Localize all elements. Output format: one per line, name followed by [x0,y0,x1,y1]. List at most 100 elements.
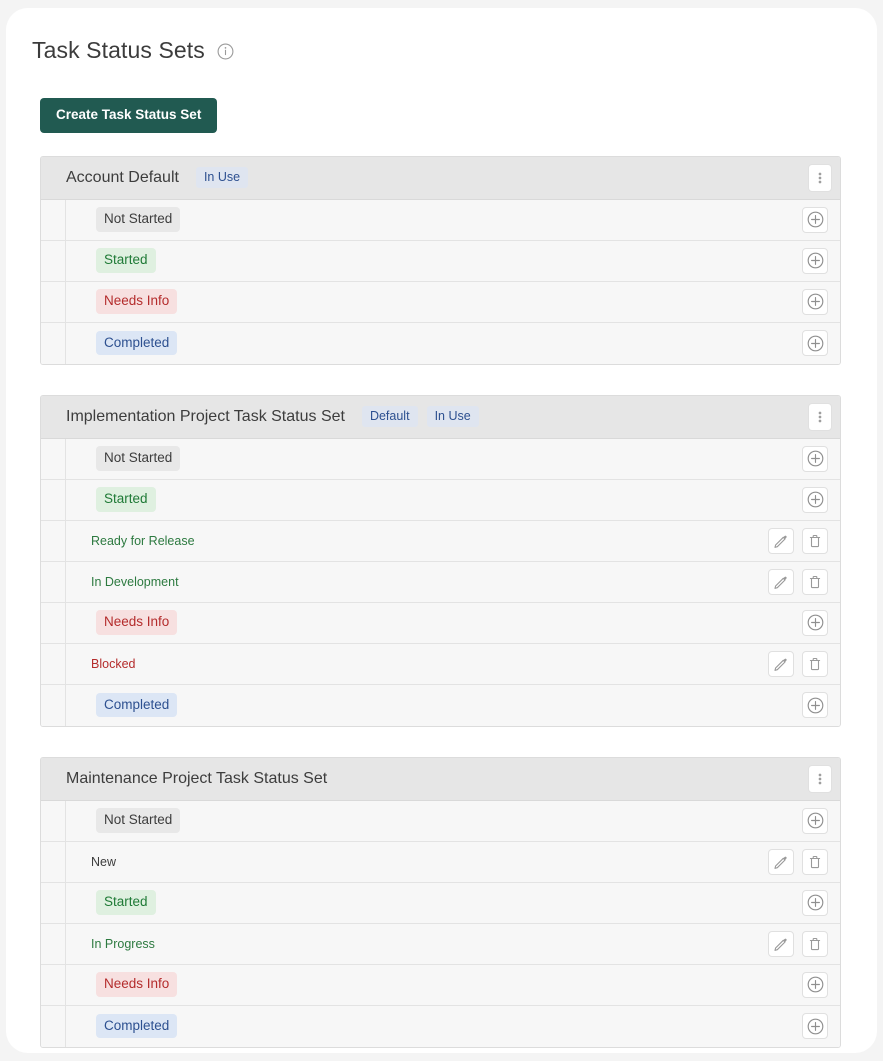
more-vertical-icon [813,771,827,787]
sub-status-label: Ready for Release [91,533,195,548]
plus-circle-icon [807,491,824,508]
status-row: Not Started [41,800,840,842]
plus-circle-icon-button[interactable] [802,247,828,274]
row-actions [768,930,832,957]
plus-circle-icon-button[interactable] [802,889,828,916]
row-actions [802,889,832,916]
more-vertical-icon [813,170,827,186]
row-label-wrap: Completed [66,1013,802,1039]
row-rail [41,561,66,602]
create-task-status-set-button[interactable]: Create Task Status Set [40,98,218,133]
row-actions [802,247,832,274]
row-actions [768,650,832,677]
more-vertical-icon-button[interactable] [808,402,832,431]
status-pill: Not Started [96,808,181,833]
status-row: Needs Info [41,281,840,323]
plus-circle-icon-button[interactable] [802,609,828,636]
trash-icon-button[interactable] [802,650,828,677]
info-circle-icon[interactable] [217,43,234,60]
row-label-wrap: Started [66,487,802,512]
status-set-header: Account Default In Use [41,156,840,200]
row-rail [41,882,66,923]
status-row: Needs Info [41,602,840,644]
plus-circle-icon-button[interactable] [802,692,828,718]
status-set-title: Account Default [66,168,179,186]
pencil-icon [773,533,789,549]
status-row: New [41,841,840,883]
plus-circle-icon-button[interactable] [802,807,828,834]
status-row: Blocked [41,643,840,685]
plus-circle-icon [807,1018,824,1035]
trash-icon-button[interactable] [802,930,828,957]
more-vertical-icon [813,409,827,425]
row-actions [802,288,832,315]
pencil-icon [773,854,789,870]
plus-circle-icon-button[interactable] [802,486,828,513]
row-label-wrap: Completed [66,692,802,718]
trash-icon-button[interactable] [802,527,828,554]
plus-circle-icon-button[interactable] [802,1013,828,1039]
status-row: Completed [41,684,840,726]
status-pill: Completed [96,692,178,718]
pencil-icon [773,936,789,952]
status-set-badges: Default In Use [361,405,479,428]
status-set-header: Maintenance Project Task Status Set [41,757,840,801]
row-label-wrap: New [66,853,768,871]
plus-circle-icon-button[interactable] [802,288,828,315]
plus-circle-icon [807,614,824,631]
row-label-wrap: Needs Info [66,972,802,997]
status-pill: Needs Info [96,972,178,997]
row-rail [41,602,66,643]
row-actions [802,486,832,513]
status-pill: Completed [96,1013,178,1039]
pencil-icon-button[interactable] [768,930,794,957]
trash-icon [807,574,823,590]
page-header: Task Status Sets [32,30,843,70]
status-pill: Needs Info [96,610,178,635]
trash-icon [807,854,823,870]
plus-circle-icon [807,976,824,993]
status-set-card: Implementation Project Task Status Set De… [40,394,841,727]
pencil-icon-button[interactable] [768,650,794,677]
row-actions [768,568,832,595]
status-badge: In Use [426,405,479,428]
row-actions [802,609,832,636]
status-badge: Default [361,405,418,428]
row-actions [802,1013,832,1039]
trash-icon-button[interactable] [802,568,828,595]
trash-icon-button[interactable] [802,848,828,875]
pencil-icon-button[interactable] [768,568,794,595]
plus-circle-icon [807,293,824,310]
row-actions [802,807,832,834]
row-rail [41,520,66,561]
row-rail [41,964,66,1005]
status-row: Not Started [41,199,840,241]
status-row: Started [41,479,840,521]
row-label-wrap: In Development [66,573,768,591]
status-badge: In Use [195,166,249,189]
sub-status-label: Blocked [91,656,136,671]
row-label-wrap: Not Started [66,207,802,232]
plus-circle-icon [807,211,824,228]
status-row: Ready for Release [41,520,840,562]
row-rail [41,479,66,520]
status-set-badges: In Use [195,166,249,189]
more-vertical-icon-button[interactable] [808,163,832,192]
plus-circle-icon-button[interactable] [802,206,828,233]
row-label-wrap: Started [66,890,802,915]
trash-icon [807,936,823,952]
plus-circle-icon-button[interactable] [802,445,828,472]
page-title: Task Status Sets [32,36,205,63]
plus-circle-icon-button[interactable] [802,330,828,356]
page-surface: Task Status Sets Create Task Status Set … [6,8,877,1053]
pencil-icon [773,656,789,672]
plus-circle-icon-button[interactable] [802,971,828,998]
row-actions [802,971,832,998]
pencil-icon-button[interactable] [768,848,794,875]
row-actions [802,206,832,233]
more-vertical-icon-button[interactable] [808,764,832,793]
status-row: Completed [41,1005,840,1047]
pencil-icon-button[interactable] [768,527,794,554]
status-pill: Needs Info [96,289,178,314]
row-actions [768,848,832,875]
